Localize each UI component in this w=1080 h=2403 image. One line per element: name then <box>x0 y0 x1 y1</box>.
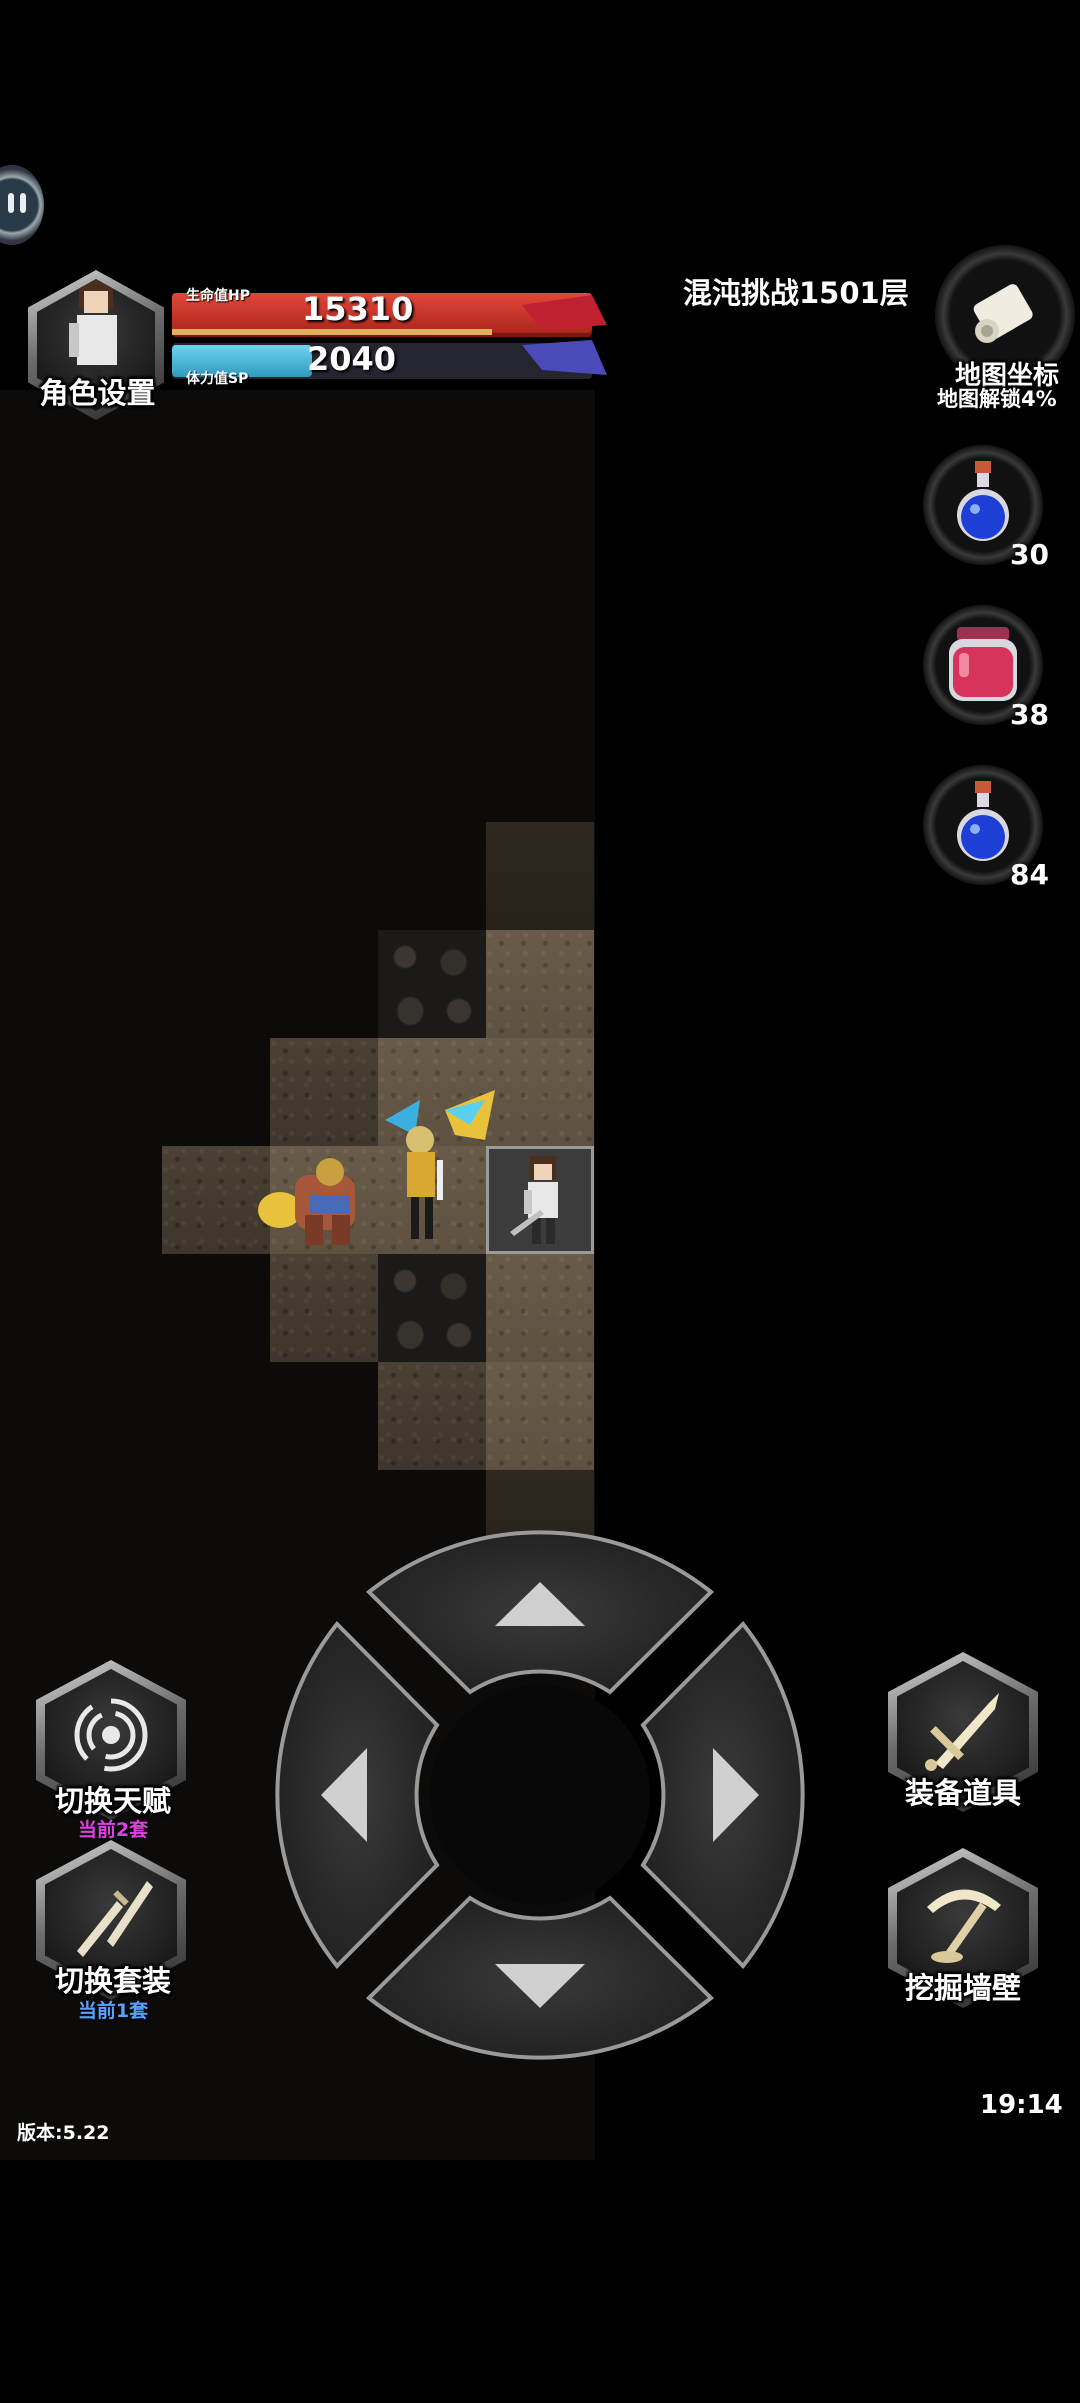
blue-potion-icon <box>957 781 1009 861</box>
status-bars: 生命值HP 15310 2040 体力值SP <box>172 285 612 390</box>
floor-tile <box>270 1254 378 1362</box>
map-unlock-label: 地图解锁4% <box>937 387 1057 411</box>
potion-count-3: 84 <box>1010 858 1049 891</box>
armored-knight-enemy <box>385 1090 495 1239</box>
pause-button[interactable] <box>0 165 44 245</box>
sword-icon <box>925 1693 999 1771</box>
equip-items-label: 装备道具 <box>904 1776 1021 1810</box>
pickaxe-icon <box>927 1889 1001 1963</box>
rock-wall-tile <box>378 930 486 1038</box>
beast-enemy <box>258 1158 355 1245</box>
pause-icon <box>8 193 26 213</box>
clock-time: 19:14 <box>980 2090 1063 2120</box>
switch-outfit-label: 切换套装 <box>54 1964 171 1998</box>
daggers-icon <box>77 1881 153 1957</box>
floor-title: 混沌挑战1501层 <box>683 276 909 310</box>
character-settings-label: 角色设置 <box>39 376 156 410</box>
potion-count-2: 38 <box>1010 698 1049 731</box>
dpad-down-button[interactable] <box>365 1895 715 2060</box>
dpad-center <box>430 1685 650 1905</box>
wing-ornament-icon <box>522 295 607 375</box>
sp-value: 2040 <box>307 340 397 378</box>
hp-value: 15310 <box>302 290 414 328</box>
outfit-set-label: 当前1套 <box>77 2000 149 2022</box>
hp-label: 生命值HP <box>186 288 250 304</box>
switch-talent-label: 切换天赋 <box>54 1784 171 1818</box>
blue-potion-icon <box>957 461 1009 541</box>
sp-label: 体力值SP <box>186 371 249 387</box>
floor-tile <box>378 1362 486 1470</box>
red-potion-icon <box>949 627 1017 701</box>
version-label: 版本:5.22 <box>17 2122 110 2144</box>
dig-wall-label: 挖掘墙壁 <box>904 1971 1021 2005</box>
floor-tile <box>270 1038 378 1146</box>
dpad-up-button[interactable] <box>365 1530 715 1695</box>
dpad-right-button[interactable] <box>640 1620 805 1970</box>
dpad-left-button[interactable] <box>275 1620 440 1970</box>
direction-pad <box>265 1520 815 2070</box>
rock-wall-tile <box>378 1254 486 1362</box>
talent-set-label: 当前2套 <box>77 1819 149 1841</box>
vortex-icon <box>74 1698 148 1772</box>
player-character <box>510 1156 558 1244</box>
hp-sub-bar <box>172 329 492 335</box>
scroll-icon <box>973 284 1033 343</box>
floor-tile <box>486 930 594 1038</box>
floor-tile <box>486 1362 594 1470</box>
floor-tile <box>486 1254 594 1362</box>
potion-count-1: 30 <box>1010 538 1049 571</box>
floor-tile <box>486 822 594 930</box>
